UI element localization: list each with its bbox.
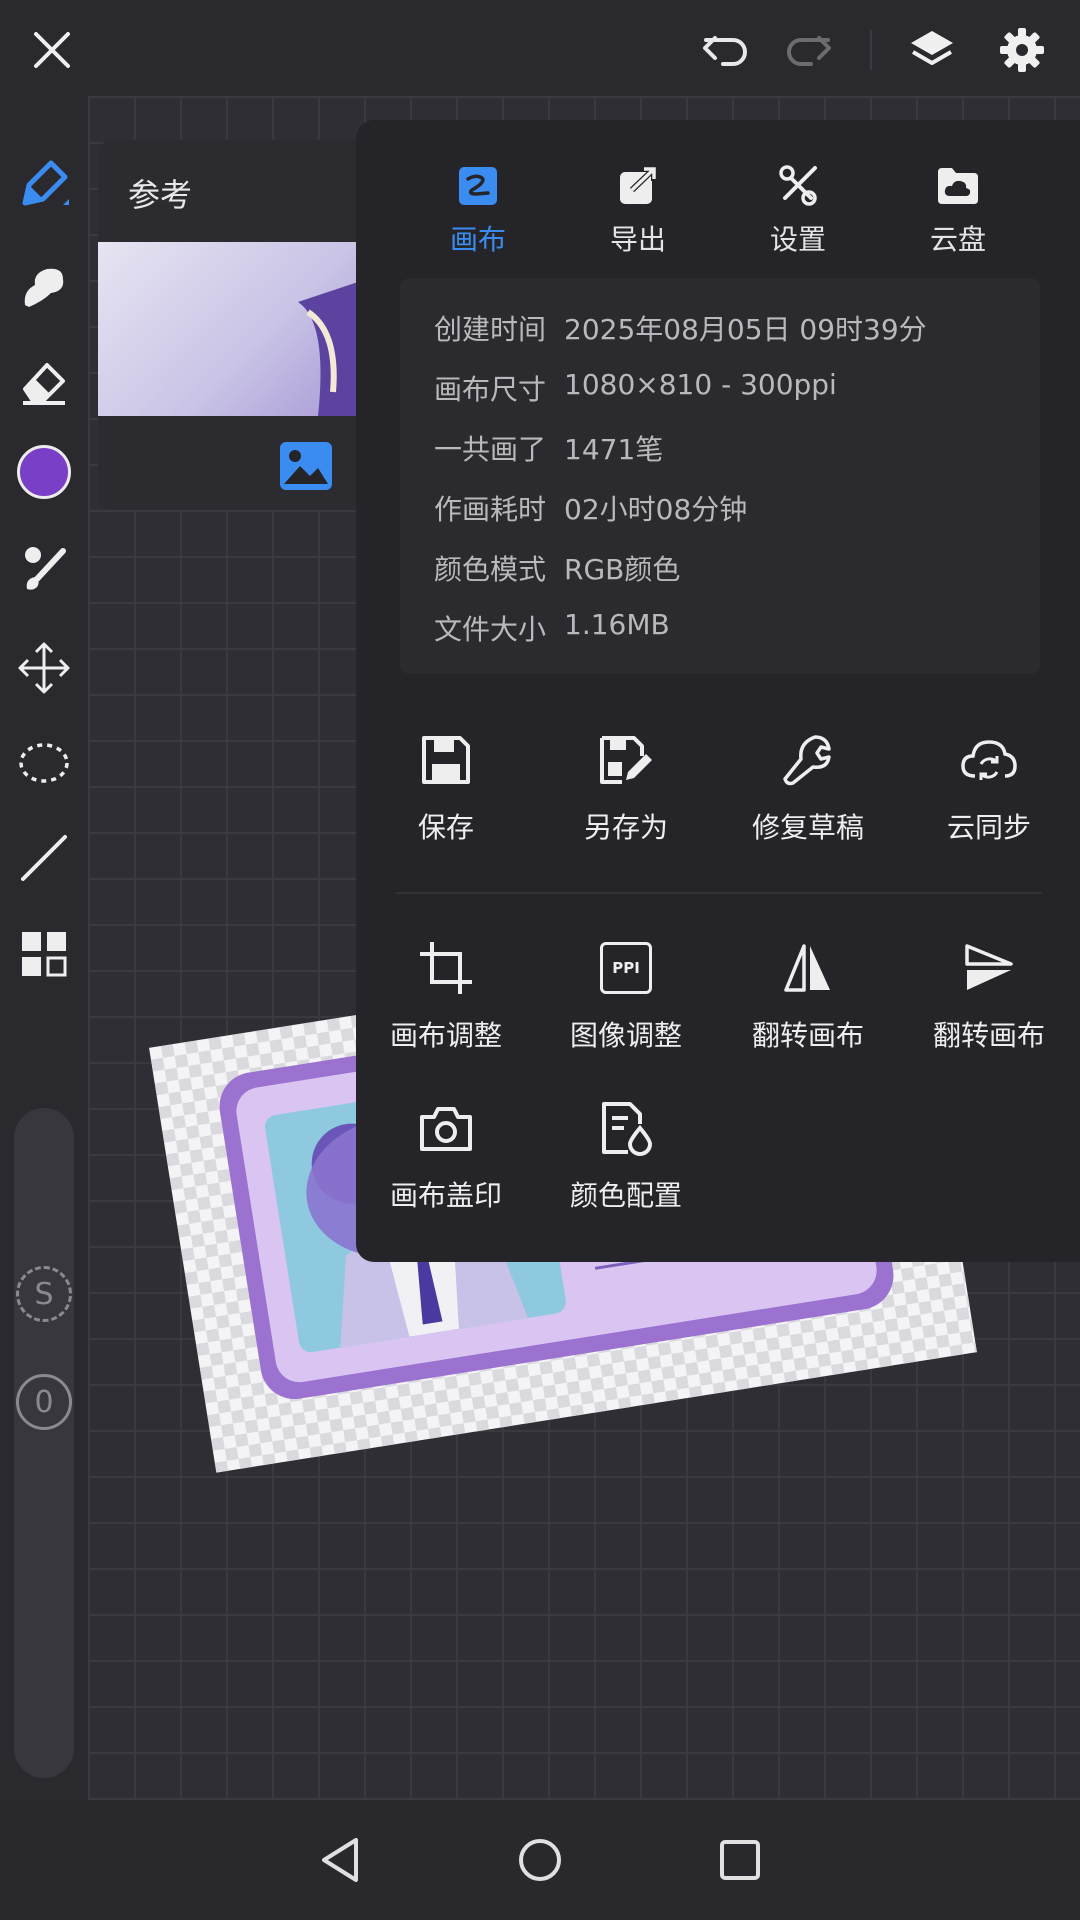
save-as-icon [536, 728, 716, 792]
menu-divider [396, 892, 1042, 894]
info-value: 1080×810 - 300ppi [564, 368, 837, 401]
info-row: 文件大小 1.16MB [400, 608, 1040, 648]
flip-canvas-vertical-button[interactable]: 翻转画布 [899, 936, 1079, 1054]
tab-label: 画布 [449, 223, 506, 256]
tools-icon [723, 150, 873, 206]
redo-icon[interactable] [776, 18, 840, 82]
action-label: 另存为 [583, 811, 668, 844]
flip-horizontal-icon [718, 936, 898, 1000]
stabilizer-button[interactable]: S [16, 1266, 72, 1322]
layers-icon[interactable] [900, 18, 964, 82]
save-icon [356, 728, 536, 792]
eraser-icon[interactable] [12, 350, 76, 414]
ppi-badge: PPI [600, 942, 652, 994]
info-row: 一共画了 1471笔 [400, 428, 1040, 468]
reference-image [98, 242, 358, 416]
topbar-divider [870, 30, 872, 70]
info-value: 02小时08分钟 [564, 493, 748, 526]
info-key: 画布尺寸 [434, 373, 547, 406]
ppi-icon: PPI [536, 936, 716, 1000]
stabilizer-label: S [34, 1276, 54, 1312]
lasso-icon[interactable] [12, 732, 76, 796]
info-key: 文件大小 [434, 613, 547, 646]
canvas-menu-panel: 画布 导出 设置 云盘 创建时间 2025年08月05日 09时39分 画布尺寸 1… [356, 120, 1080, 1262]
system-nav-bar [0, 1800, 1080, 1920]
flip-vertical-icon [899, 936, 1079, 1000]
info-row: 画布尺寸 1080×810 - 300ppi [400, 368, 1040, 408]
info-row: 作画耗时 02小时08分钟 [400, 488, 1040, 528]
camera-icon [356, 1096, 536, 1160]
info-key: 颜色模式 [434, 553, 547, 586]
recents-icon[interactable] [710, 1830, 770, 1890]
action-label: 云同步 [946, 811, 1031, 844]
crop-icon [356, 936, 536, 1000]
tab-label: 设置 [769, 223, 826, 256]
tab-label: 云盘 [929, 223, 986, 256]
canvas-stamp-button[interactable]: 画布盖印 [356, 1096, 536, 1214]
wrench-icon [718, 728, 898, 792]
color-config-button[interactable]: 颜色配置 [536, 1096, 716, 1214]
top-bar [0, 0, 1080, 96]
export-icon [563, 150, 713, 206]
grid-icon[interactable] [12, 922, 76, 986]
action-label: 图像调整 [569, 1019, 682, 1052]
reference-title: 参考 [128, 176, 193, 214]
flip-canvas-horizontal-button[interactable]: 翻转画布 [718, 936, 898, 1054]
tab-settings[interactable]: 设置 [723, 150, 873, 258]
action-label: 画布调整 [389, 1019, 502, 1052]
color-config-icon [536, 1096, 716, 1160]
cloud-sync-button[interactable]: 云同步 [899, 728, 1079, 846]
home-icon[interactable] [510, 1830, 570, 1890]
tab-export[interactable]: 导出 [563, 150, 713, 258]
info-value: 1471笔 [564, 433, 664, 466]
cloud-folder-icon [883, 150, 1033, 206]
image-icon[interactable] [278, 440, 334, 496]
tab-canvas[interactable]: 画布 [403, 150, 553, 258]
canvas-info-box: 创建时间 2025年08月05日 09时39分 画布尺寸 1080×810 - 30… [400, 278, 1040, 674]
opacity-label: 0 [34, 1384, 54, 1420]
pen-icon[interactable] [12, 154, 76, 218]
action-label: 画布盖印 [389, 1179, 502, 1212]
info-key: 作画耗时 [434, 493, 547, 526]
info-value: RGB颜色 [564, 553, 681, 586]
repair-draft-button[interactable]: 修复草稿 [718, 728, 898, 846]
brush-palette-icon[interactable] [12, 536, 76, 600]
info-row: 创建时间 2025年08月05日 09时39分 [400, 308, 1040, 348]
cloud-sync-icon [899, 728, 1079, 792]
color-swatch[interactable] [12, 440, 76, 504]
tool-sidebar: S 0 [0, 96, 88, 1800]
info-value: 1.16MB [564, 608, 670, 641]
action-label: 修复草稿 [751, 811, 864, 844]
info-key: 一共画了 [434, 433, 547, 466]
info-value: 2025年08月05日 09时39分 [564, 313, 927, 346]
move-icon[interactable] [12, 636, 76, 700]
action-label: 保存 [417, 811, 474, 844]
action-label: 翻转画布 [751, 1019, 864, 1052]
line-icon[interactable] [12, 826, 76, 890]
brush-size-slider[interactable] [14, 1108, 74, 1778]
close-icon[interactable] [20, 18, 84, 82]
save-as-button[interactable]: 另存为 [536, 728, 716, 846]
canvas-adjust-button[interactable]: 画布调整 [356, 936, 536, 1054]
gear-icon[interactable] [990, 18, 1054, 82]
info-row: 颜色模式 RGB颜色 [400, 548, 1040, 588]
opacity-button[interactable]: 0 [16, 1374, 72, 1430]
tab-cloud[interactable]: 云盘 [883, 150, 1033, 258]
tab-label: 导出 [609, 223, 666, 256]
reference-panel[interactable]: 参考 [98, 140, 378, 510]
menu-tabs: 画布 导出 设置 云盘 [356, 150, 1080, 280]
undo-icon[interactable] [694, 18, 758, 82]
action-label: 翻转画布 [932, 1019, 1045, 1052]
smudge-icon[interactable] [12, 254, 76, 318]
info-key: 创建时间 [434, 313, 547, 346]
save-button[interactable]: 保存 [356, 728, 536, 846]
action-label: 颜色配置 [569, 1179, 682, 1212]
image-adjust-button[interactable]: PPI 图像调整 [536, 936, 716, 1054]
canvas-tab-icon [403, 150, 553, 206]
back-icon[interactable] [310, 1830, 370, 1890]
